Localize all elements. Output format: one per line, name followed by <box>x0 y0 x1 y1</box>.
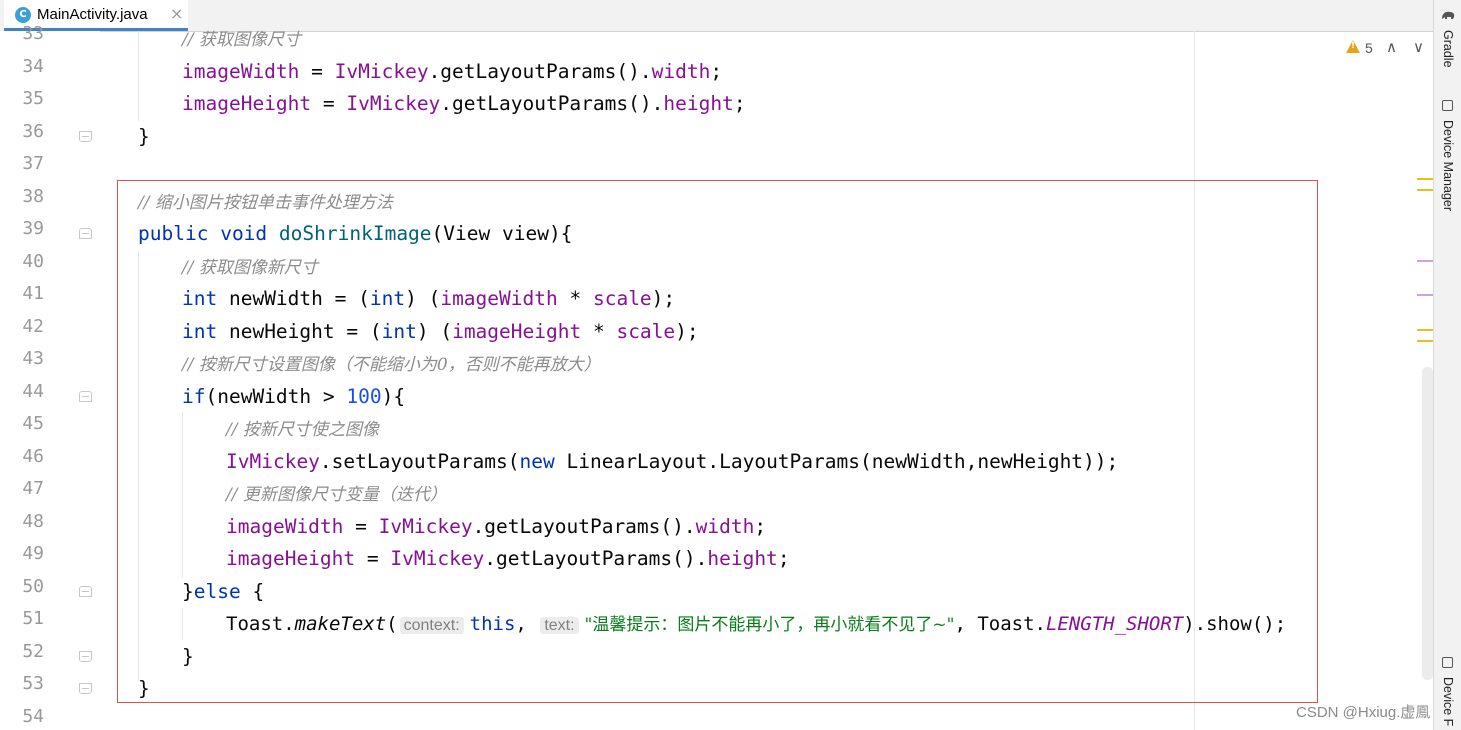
gradle-elephant-icon <box>1442 11 1455 19</box>
line-number: 43 <box>22 348 44 369</box>
code-line-35: imageHeight = IvMickey.getLayoutParams()… <box>182 92 746 115</box>
line-number: 39 <box>22 218 44 239</box>
line-number: 42 <box>22 316 44 337</box>
line-number: 37 <box>22 153 44 174</box>
fold-start-icon[interactable] <box>79 391 92 402</box>
next-highlight-icon[interactable]: ∨ <box>1413 38 1424 56</box>
line-number: 35 <box>22 88 44 109</box>
vertical-scrollbar[interactable] <box>1422 367 1433 680</box>
warning-count: 5 <box>1365 40 1373 56</box>
line-number: 47 <box>22 478 44 499</box>
device-file-explorer-icon <box>1442 657 1453 668</box>
line-number: 50 <box>22 576 44 597</box>
fold-end-icon[interactable] <box>79 651 92 662</box>
line-number: 44 <box>22 381 44 402</box>
code-line-36: } <box>138 125 150 148</box>
line-number: 34 <box>22 56 44 77</box>
device-file-explorer-tool-tab[interactable]: Device F <box>1441 677 1455 726</box>
line-number: 49 <box>22 543 44 564</box>
watermark: CSDN @Hxiug.虚鳯 <box>1296 704 1431 721</box>
right-tool-window-bar: Gradle Device Manager Device F <box>1433 0 1461 730</box>
line-number: 33 <box>22 23 44 44</box>
code-line-34: imageWidth = IvMickey.getLayoutParams().… <box>182 60 723 83</box>
device-manager-tool-tab[interactable]: Device Manager <box>1441 120 1455 211</box>
line-number: 40 <box>22 251 44 272</box>
warning-icon <box>1346 40 1360 53</box>
line-number: 46 <box>22 446 44 467</box>
line-number: 51 <box>22 608 44 629</box>
warning-stripe-mark[interactable] <box>1417 340 1434 342</box>
line-number-gutter: 33 34 35 36 37 38 39 40 41 42 43 44 45 4… <box>0 23 100 730</box>
warning-stripe-mark[interactable] <box>1417 189 1434 191</box>
line-number: 53 <box>22 673 44 694</box>
line-number: 48 <box>22 511 44 532</box>
previous-highlight-icon[interactable]: ∧ <box>1386 38 1397 56</box>
line-number: 38 <box>22 186 44 207</box>
highlight-box <box>117 180 1318 703</box>
line-number: 54 <box>22 706 44 727</box>
fold-start-icon[interactable] <box>79 228 92 239</box>
gradle-tool-tab[interactable]: Gradle <box>1441 30 1455 68</box>
line-number: 45 <box>22 413 44 434</box>
indent-guide <box>138 31 139 121</box>
line-number: 52 <box>22 641 44 662</box>
fold-end-icon[interactable] <box>79 683 92 694</box>
fold-end-icon[interactable] <box>79 131 92 142</box>
warning-stripe-mark[interactable] <box>1417 329 1434 331</box>
tab-label: MainActivity.java <box>37 6 148 23</box>
line-number: 41 <box>22 283 44 304</box>
device-manager-icon <box>1442 100 1453 111</box>
warning-stripe-mark[interactable] <box>1417 178 1434 180</box>
close-icon[interactable]: × <box>170 4 183 23</box>
code-line-33: // 获取图像尺寸 <box>182 30 301 50</box>
usage-stripe-mark[interactable] <box>1417 260 1434 262</box>
usage-stripe-mark[interactable] <box>1417 294 1434 296</box>
line-number: 36 <box>22 121 44 142</box>
fold-start-icon[interactable] <box>79 586 92 597</box>
java-class-icon: C <box>15 7 31 23</box>
